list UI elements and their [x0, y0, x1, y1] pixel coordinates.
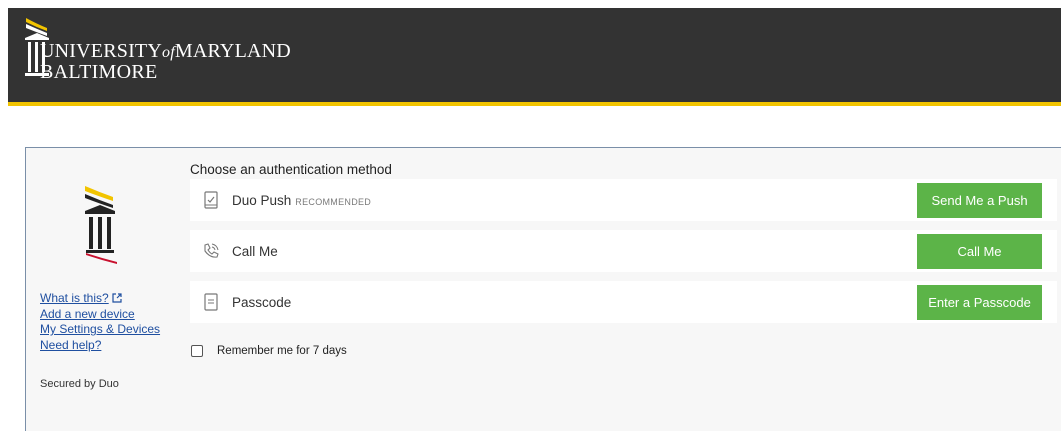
recommended-badge: RECOMMENDED — [295, 197, 372, 207]
call-me-button[interactable]: Call Me — [917, 234, 1042, 269]
add-new-device-link[interactable]: Add a new device — [40, 307, 160, 323]
method-label-duo-push: Duo Push RECOMMENDED — [232, 193, 372, 208]
send-push-button[interactable]: Send Me a Push — [917, 183, 1042, 218]
enter-passcode-button[interactable]: Enter a Passcode — [917, 285, 1042, 320]
need-help-link[interactable]: Need help? — [40, 338, 160, 354]
duo-prompt-frame: What is this? Add a new device My Settin… — [25, 147, 1061, 431]
remember-me-option[interactable]: Remember me for 7 days — [191, 345, 347, 357]
what-is-this-link[interactable]: What is this? — [40, 291, 160, 307]
umb-column-logo-icon — [85, 186, 117, 264]
method-label-passcode: Passcode — [232, 295, 292, 310]
page-header: UNIVERSITYofMARYLAND BALTIMORE — [8, 8, 1061, 106]
call-icon — [204, 243, 219, 258]
auth-method-title: Choose an authentication method — [190, 162, 392, 177]
method-row-call-me: Call Me Call Me — [190, 230, 1057, 272]
method-row-duo-push: Duo Push RECOMMENDED Send Me a Push — [190, 179, 1057, 221]
secured-by-duo: Secured by Duo — [40, 378, 119, 390]
university-name: UNIVERSITYofMARYLAND BALTIMORE — [40, 40, 291, 83]
sidebar-links: What is this? Add a new device My Settin… — [40, 291, 160, 353]
method-row-passcode: Passcode Enter a Passcode — [190, 281, 1057, 323]
remember-me-checkbox[interactable] — [191, 345, 203, 357]
external-link-icon — [112, 293, 122, 303]
method-label-call-me: Call Me — [232, 244, 278, 259]
remember-me-label: Remember me for 7 days — [217, 345, 347, 357]
phone-icon — [204, 191, 218, 209]
my-settings-devices-link[interactable]: My Settings & Devices — [40, 322, 160, 338]
passcode-icon — [204, 293, 218, 311]
